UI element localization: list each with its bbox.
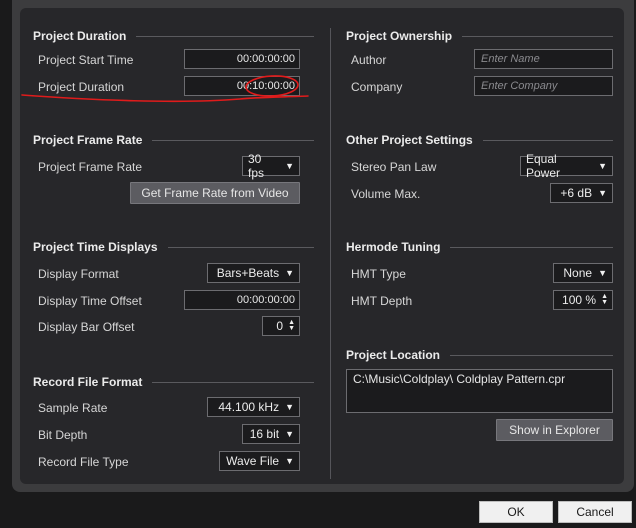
section-rule [450,354,613,356]
section-hermode-tuning: Hermode Tuning [346,239,613,255]
bit-depth-dropdown[interactable]: 16 bit ▼ [242,424,300,444]
bit-depth-value: 16 bit [249,427,280,441]
volume-max-value: +6 dB [560,186,593,200]
frame-rate-dropdown[interactable]: 30 fps ▼ [242,152,300,180]
project-start-time-field[interactable]: 00:00:00:00 [184,49,300,69]
record-file-type-value: Wave File [226,454,280,468]
project-duration-label: Project Duration [38,80,125,94]
section-project-location: Project Location [346,347,613,363]
hmt-depth-stepper[interactable]: 100 % ▲ ▼ [553,290,613,310]
dropdown-arrow-icon: ▼ [285,456,294,466]
hmt-type-label: HMT Type [351,267,406,281]
hmt-depth-value: 100 % [562,293,597,307]
section-project-ownership: Project Ownership [346,28,613,44]
section-title: Project Duration [33,29,127,43]
dropdown-arrow-icon: ▼ [285,161,294,171]
display-format-label: Display Format [38,267,119,281]
dialog-footer: OK Cancel [12,492,636,528]
section-title: Record File Format [33,375,143,389]
project-setup-dialog: Project Duration Project Start Time 00:0… [12,0,634,492]
section-rule [462,35,613,37]
hmt-depth-label: HMT Depth [351,294,413,308]
get-frame-rate-button[interactable]: Get Frame Rate from Video [130,182,300,204]
volume-max-label: Volume Max. [351,187,421,201]
ok-button[interactable]: OK [479,501,553,523]
sample-rate-value: 44.100 kHz [218,400,280,414]
section-record-format: Record File Format [33,374,314,390]
section-frame-rate: Project Frame Rate [33,132,314,148]
company-label: Company [351,80,403,94]
stereo-pan-law-dropdown[interactable]: Equal Power ▼ [520,152,613,180]
section-rule [167,246,314,248]
settings-panel: Project Duration Project Start Time 00:0… [20,8,624,484]
project-location-path[interactable]: C:\Music\Coldplay\ Coldplay Pattern.cpr [346,369,613,413]
dropdown-arrow-icon: ▼ [598,268,607,278]
section-title: Project Ownership [346,29,453,43]
hmt-type-dropdown[interactable]: None ▼ [553,263,613,283]
section-rule [450,246,613,248]
company-input[interactable] [474,76,613,96]
stepper-arrows-icon[interactable]: ▲ ▼ [601,293,608,306]
author-input[interactable] [474,49,613,69]
section-time-displays: Project Time Displays [33,239,314,255]
hmt-type-value: None [563,266,593,280]
section-rule [152,381,314,383]
volume-max-dropdown[interactable]: +6 dB ▼ [550,183,613,203]
section-title: Project Frame Rate [33,133,143,147]
bit-depth-label: Bit Depth [38,428,88,442]
project-duration-field[interactable]: 00:10:00:00 [184,76,300,96]
frame-rate-label: Project Frame Rate [38,160,143,174]
dropdown-arrow-icon: ▼ [285,429,294,439]
display-bar-offset-label: Display Bar Offset [38,320,135,334]
display-time-offset-label: Display Time Offset [38,294,142,308]
dropdown-arrow-icon: ▼ [598,161,607,171]
column-divider [330,28,331,479]
dropdown-arrow-icon: ▼ [285,402,294,412]
section-title: Hermode Tuning [346,240,441,254]
display-time-offset-field[interactable]: 00:00:00:00 [184,290,300,310]
section-rule [136,35,314,37]
stepper-arrows-icon[interactable]: ▲ ▼ [288,319,295,332]
display-bar-offset-value: 0 [276,319,284,333]
display-format-dropdown[interactable]: Bars+Beats ▼ [207,263,300,283]
section-title: Project Location [346,348,441,362]
display-bar-offset-stepper[interactable]: 0 ▲ ▼ [262,316,300,336]
section-project-duration: Project Duration [33,28,314,44]
section-title: Project Time Displays [33,240,158,254]
sample-rate-label: Sample Rate [38,401,108,415]
show-in-explorer-button[interactable]: Show in Explorer [496,419,613,441]
dropdown-arrow-icon: ▼ [285,268,294,278]
record-file-type-label: Record File Type [38,455,129,469]
project-start-time-label: Project Start Time [38,53,134,67]
section-title: Other Project Settings [346,133,473,147]
stereo-pan-law-value: Equal Power [526,152,561,180]
section-other-settings: Other Project Settings [346,132,613,148]
dropdown-arrow-icon: ▼ [598,188,607,198]
frame-rate-value: 30 fps [248,152,265,180]
sample-rate-dropdown[interactable]: 44.100 kHz ▼ [207,397,300,417]
cancel-button[interactable]: Cancel [558,501,632,523]
stereo-pan-law-label: Stereo Pan Law [351,160,437,174]
display-format-value: Bars+Beats [216,266,280,280]
section-rule [152,139,314,141]
record-file-type-dropdown[interactable]: Wave File ▼ [219,451,300,471]
section-rule [482,139,613,141]
author-label: Author [351,53,387,67]
